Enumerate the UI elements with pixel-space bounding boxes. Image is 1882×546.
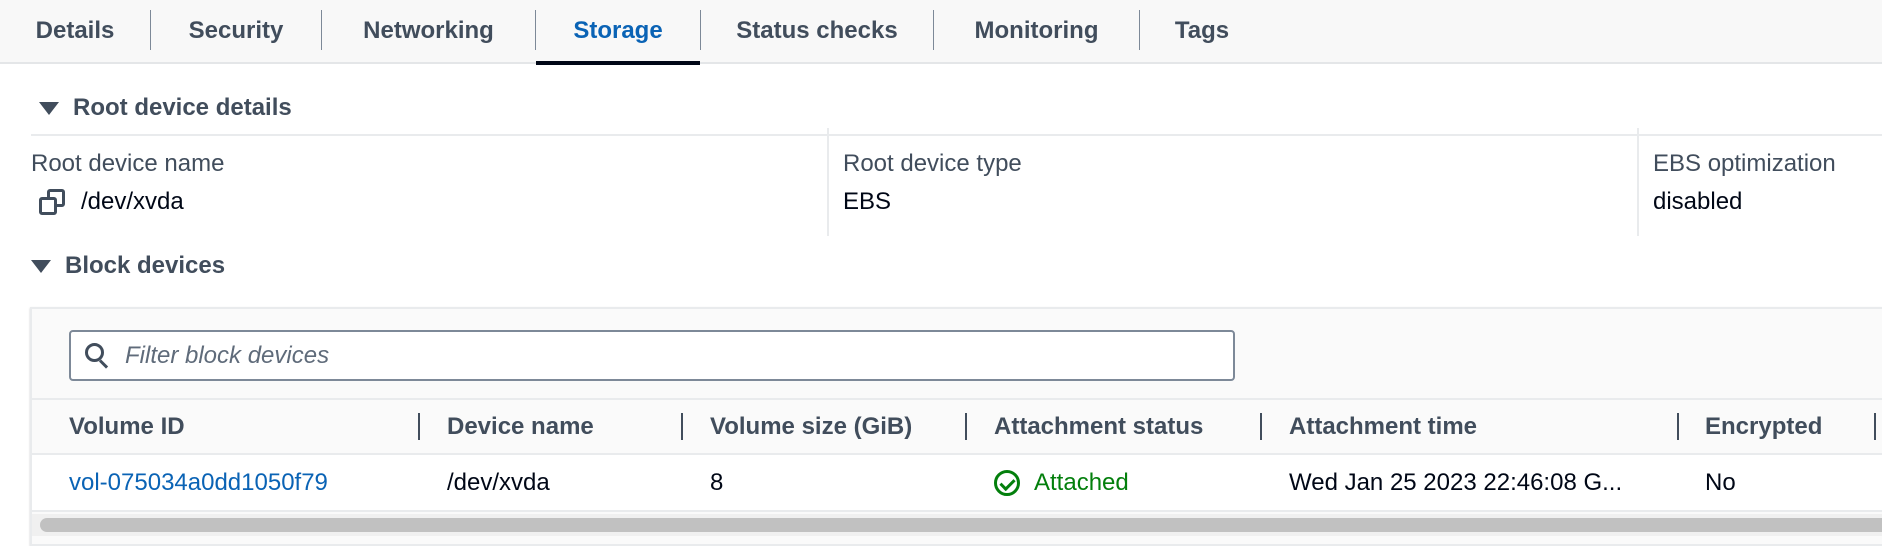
cell-device-name: /dev/xvda	[447, 468, 550, 496]
section-title: Block devices	[65, 252, 226, 279]
section-title: Root device details	[73, 94, 292, 121]
scrollbar-thumb[interactable]	[40, 518, 1882, 532]
search-icon	[85, 342, 109, 369]
column-header-volume-id[interactable]: Volume ID	[69, 400, 185, 453]
block-devices-table: Volume ID Device name Volume size (GiB) …	[30, 307, 1882, 546]
ebs-optimization-value: disabled	[1653, 188, 1743, 215]
tab-tags[interactable]: Tags	[1140, 0, 1264, 62]
column-resizer[interactable]	[418, 413, 420, 440]
table-row: vol-075034a0dd1050f79 /dev/xvda 8 Attach…	[32, 455, 1882, 512]
tab-status-checks[interactable]: Status checks	[701, 0, 933, 62]
column-header-volume-size[interactable]: Volume size (GiB)	[710, 400, 912, 453]
caret-down-icon	[31, 259, 51, 273]
cell-attachment-time: Wed Jan 25 2023 22:46:08 G...	[1289, 468, 1623, 496]
tab-monitoring[interactable]: Monitoring	[934, 0, 1139, 62]
column-resizer[interactable]	[1260, 413, 1262, 440]
status-badge: Attached	[994, 469, 1129, 497]
divider	[31, 134, 1882, 136]
cell-attachment-status: Attached	[994, 455, 1129, 510]
column-header-device-name[interactable]: Device name	[447, 400, 594, 453]
volume-id-link[interactable]: vol-075034a0dd1050f79	[69, 469, 328, 497]
tab-storage[interactable]: Storage	[536, 0, 700, 65]
column-resizer[interactable]	[681, 413, 683, 440]
table-header: Volume ID Device name Volume size (GiB) …	[32, 398, 1882, 455]
tab-bar: Details Security Networking Storage Stat…	[0, 0, 1882, 65]
filter-search-box[interactable]	[69, 330, 1235, 381]
cell-encrypted: No	[1705, 468, 1736, 496]
column-header-encrypted[interactable]: Encrypted	[1705, 400, 1822, 453]
column-header-attachment-time[interactable]: Attachment time	[1289, 400, 1477, 453]
column-resizer[interactable]	[1874, 413, 1876, 440]
root-device-type-label: Root device type	[843, 150, 1022, 177]
status-text: Attached	[1034, 468, 1129, 496]
tab-security[interactable]: Security	[151, 0, 321, 62]
root-device-type-value: EBS	[843, 188, 892, 215]
check-circle-icon	[994, 469, 1020, 496]
column-resizer[interactable]	[965, 413, 967, 440]
column-header-attachment-status[interactable]: Attachment status	[994, 400, 1203, 453]
horizontal-scrollbar[interactable]	[32, 514, 1882, 536]
root-device-name-value: /dev/xvda	[39, 188, 184, 216]
tab-networking[interactable]: Networking	[322, 0, 535, 62]
column-divider	[1637, 128, 1639, 236]
column-resizer[interactable]	[1677, 413, 1679, 440]
filter-block-devices-input[interactable]	[125, 341, 1205, 370]
ebs-optimization-label: EBS optimization	[1653, 150, 1836, 177]
root-device-name-text: /dev/xvda	[81, 188, 184, 215]
copy-icon[interactable]	[39, 189, 65, 215]
caret-down-icon	[39, 101, 59, 115]
column-divider	[827, 128, 829, 236]
cell-volume-size: 8	[710, 468, 724, 496]
tab-details[interactable]: Details	[0, 0, 150, 62]
block-devices-toggle[interactable]: Block devices	[31, 252, 225, 280]
cell-volume-id: vol-075034a0dd1050f79	[69, 455, 328, 510]
root-device-details-toggle[interactable]: Root device details	[39, 94, 292, 122]
root-device-name-label: Root device name	[31, 150, 225, 177]
